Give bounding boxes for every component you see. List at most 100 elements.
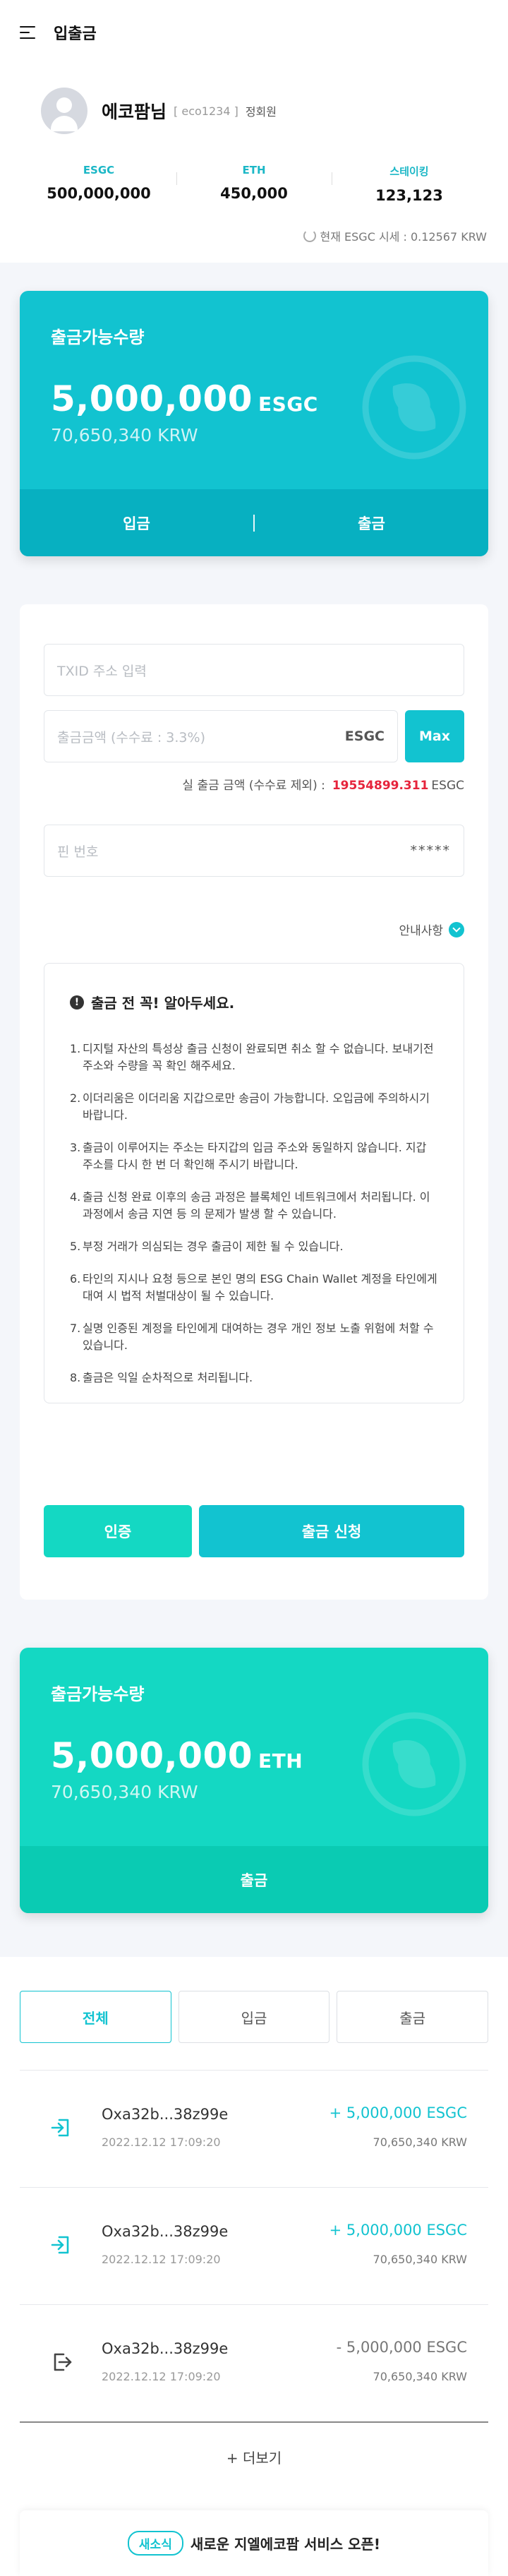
news-text: 새로운 지엘에코팜 서비스 오픈! <box>190 2536 381 2553</box>
balance-value: 500,000,000 <box>47 185 151 202</box>
amount-value: 5,000,000 <box>51 378 253 419</box>
withdraw-icon <box>54 2353 72 2371</box>
eth-balance-card: 출금가능수량 5,000,000 ETH 70,650,340 KRW 출금 <box>20 1648 488 1913</box>
list-item: 1. 디지털 자산의 특성상 출금 신청이 완료되면 취소 할 수 없습니다. 보… <box>70 1041 438 1074</box>
withdraw-button[interactable]: 출금 <box>20 1869 488 1891</box>
nickname: 에코팜님 <box>102 102 167 122</box>
tx-krw: 70,650,340 KRW <box>373 2370 467 2383</box>
balance-label: ESGC <box>83 164 115 176</box>
net-amount: 실 출금 금액 (수수료 제외) : 19554899.311 ESGC <box>182 775 464 793</box>
placeholder: 핀 번호 <box>57 844 99 860</box>
withdraw-form-panel: TXID 주소 입력 출금금액 (수수료 : 3.3%) ESGC Max 실 … <box>20 604 488 1600</box>
deposit-icon <box>51 2236 69 2254</box>
withdraw-submit-button[interactable]: 출금 신청 <box>199 1505 464 1557</box>
list-divider <box>20 2421 488 2423</box>
table-row[interactable]: Oxa32b...38z99e 2022.12.12 17:09:20 + 5,… <box>20 2070 488 2187</box>
tx-amount: + 5,000,000 ESGC <box>329 2222 467 2239</box>
notice-title: ! 출금 전 꼭! 알아두세요. <box>70 992 438 1012</box>
tx-address: Oxa32b...38z99e <box>102 2340 229 2357</box>
card-amount: 5,000,000 ETH <box>51 1735 303 1776</box>
list-item: 8. 출금은 익일 순차적으로 처리됩니다. <box>70 1370 438 1386</box>
esgc-balance-card: 출금가능수량 5,000,000 ESGC 70,650,340 KRW 입금 출… <box>20 291 488 556</box>
amount-value: 5,000,000 <box>51 1735 253 1776</box>
notice-text: 출금이 이루어지는 주소는 타지갑의 입금 주소와 동일하지 않습니다. 지갑 … <box>83 1141 427 1171</box>
net-label: 실 출금 금액 (수수료 제외) : <box>182 779 325 793</box>
balance-label: 스테이킹 <box>389 165 429 178</box>
table-row[interactable]: Oxa32b...38z99e 2022.12.12 17:09:20 - 5,… <box>20 2304 488 2421</box>
balance-label: ETH <box>242 164 266 176</box>
news-badge: 새소식 <box>127 2531 183 2556</box>
card-krw: 70,650,340 KRW <box>51 1782 198 1802</box>
tx-amount: + 5,000,000 ESGC <box>329 2104 467 2121</box>
notice-text: 디지털 자산의 특성상 출금 신청이 완료되면 취소 할 수 없습니다. 보내기… <box>83 1042 434 1072</box>
card-actions: 출금 <box>20 1846 488 1913</box>
refresh-icon[interactable] <box>303 229 316 242</box>
card-amount: 5,000,000 ESGC <box>51 378 318 419</box>
pin-input[interactable]: 핀 번호 ***** <box>44 825 464 877</box>
amount-unit: ETH <box>258 1749 303 1773</box>
amount-unit: ESGC <box>258 393 318 416</box>
net-value: 19554899.311 <box>332 779 429 793</box>
page: 입출금 에코팜님 [ eco1234 ] 정회원 ESGC 500,000,00… <box>0 0 508 2576</box>
load-more-button[interactable]: + 더보기 <box>0 2447 508 2467</box>
tx-date: 2022.12.12 17:09:20 <box>102 2135 221 2149</box>
tx-date: 2022.12.12 17:09:20 <box>102 2253 221 2266</box>
card-label: 출금가능수량 <box>51 328 145 347</box>
card-actions: 입금 출금 <box>20 489 488 556</box>
news-banner[interactable]: 새소식 새로운 지엘에코팜 서비스 오픈! <box>20 2510 488 2576</box>
amount-input[interactable]: 출금금액 (수수료 : 3.3%) ESGC <box>44 710 398 762</box>
balance-eth: ETH 450,000 <box>176 164 332 202</box>
list-item: 5. 부정 거래가 의심되는 경우 출금이 제한 될 수 있습니다. <box>70 1238 438 1255</box>
tab-all[interactable]: 전체 <box>20 1991 171 2043</box>
rate-info: 현재 ESGC 시세 : 0.12567 KRW <box>0 220 508 248</box>
leaf-logo-icon <box>362 355 466 460</box>
tab-deposit[interactable]: 입금 <box>178 1991 330 2043</box>
chevron-down-icon <box>449 921 464 937</box>
notice-text: 출금 신청 완료 이후의 송금 과정은 블록체인 네트워크에서 처리됩니다. 이… <box>83 1190 430 1221</box>
tx-amount: - 5,000,000 ESGC <box>336 2339 467 2356</box>
user-id: [ eco1234 ] <box>174 104 238 118</box>
table-row[interactable]: Oxa32b...38z99e 2022.12.12 17:09:20 + 5,… <box>20 2187 488 2304</box>
profile: 에코팜님 [ eco1234 ] 정회원 <box>0 65 508 136</box>
member-grade: 정회원 <box>245 105 277 119</box>
page-title: 입출금 <box>54 25 97 43</box>
max-button[interactable]: Max <box>405 710 464 762</box>
verify-button[interactable]: 인증 <box>44 1505 192 1557</box>
history-tabs: 전체 입금 출금 <box>20 1991 489 2043</box>
notice-list: 1. 디지털 자산의 특성상 출금 신청이 완료되면 취소 할 수 없습니다. 보… <box>70 1041 438 1386</box>
tx-krw: 70,650,340 KRW <box>373 2135 467 2149</box>
withdraw-button[interactable]: 출금 <box>255 513 488 534</box>
net-unit: ESGC <box>431 779 464 793</box>
balance-staking: 스테이킹 123,123 <box>332 164 487 204</box>
amount-unit: ESGC <box>344 729 385 744</box>
list-item: 6. 타인의 지시나 요청 등으로 본인 명의 ESG Chain Wallet … <box>70 1271 438 1305</box>
list-item: 7. 실명 인증된 계정을 타인에게 대여하는 경우 개인 정보 노출 위험에 처… <box>70 1320 438 1354</box>
tx-address: Oxa32b...38z99e <box>102 2223 229 2240</box>
guide-label: 안내사항 <box>399 924 443 938</box>
notice-text: 부정 거래가 의심되는 경우 출금이 제한 될 수 있습니다. <box>83 1240 344 1253</box>
balance-summary: ESGC 500,000,000 ETH 450,000 스테이킹 123,12… <box>0 136 508 220</box>
avatar-icon <box>41 88 87 134</box>
list-item: 3. 출금이 이루어지는 주소는 타지갑의 입금 주소와 동일하지 않습니다. 지… <box>70 1139 438 1173</box>
rate-text: 현재 ESGC 시세 : 0.12567 KRW <box>320 230 487 244</box>
txid-input[interactable]: TXID 주소 입력 <box>44 644 464 696</box>
guide-toggle[interactable]: 안내사항 <box>399 921 464 938</box>
card-krw: 70,650,340 KRW <box>51 425 198 445</box>
deposit-button[interactable]: 입금 <box>20 513 253 534</box>
placeholder: TXID 주소 입력 <box>57 663 147 679</box>
balance-value: 123,123 <box>375 187 443 204</box>
notice-title-text: 출금 전 꼭! 알아두세요. <box>91 995 235 1012</box>
hamburger-menu-icon[interactable] <box>20 26 35 39</box>
deposit-icon <box>51 2119 69 2137</box>
top-bar: 입출금 <box>0 0 508 65</box>
notice-text: 출금은 익일 순차적으로 처리됩니다. <box>83 1371 253 1384</box>
tab-withdraw[interactable]: 출금 <box>337 1991 489 2043</box>
list-item: 2. 이더리움은 이더리움 지갑으로만 송금이 가능합니다. 오입금에 주의하시기… <box>70 1090 438 1124</box>
tx-date: 2022.12.12 17:09:20 <box>102 2370 221 2383</box>
list-item: 4. 출금 신청 완료 이후의 송금 과정은 블록체인 네트워크에서 처리됩니다.… <box>70 1189 438 1223</box>
tx-krw: 70,650,340 KRW <box>373 2253 467 2266</box>
notice-text: 이더리움은 이더리움 지갑으로만 송금이 가능합니다. 오입금에 주의하시기 바… <box>83 1091 430 1122</box>
pin-value: ***** <box>410 843 451 858</box>
tx-address: Oxa32b...38z99e <box>102 2106 229 2123</box>
notice-box: ! 출금 전 꼭! 알아두세요. 1. 디지털 자산의 특성상 출금 신청이 완료… <box>44 963 464 1403</box>
